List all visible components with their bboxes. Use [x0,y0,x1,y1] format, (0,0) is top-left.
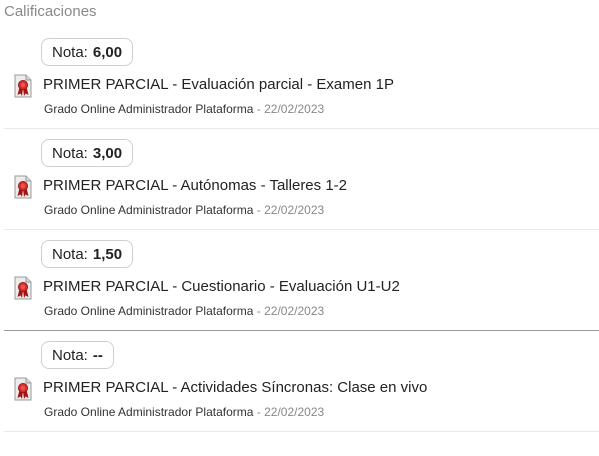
author-name: Grado Online Administrador Plataforma [44,102,254,116]
list-item[interactable]: Nota: 3,00 PRIMER PARCIAL - Autónomas - … [4,129,599,230]
grade-item-title[interactable]: PRIMER PARCIAL - Actividades Síncronas: … [43,379,427,396]
grade-badge: Nota: 6,00 [41,38,134,66]
certificate-icon [14,74,32,98]
grade-item-meta: Grado Online Administrador Plataforma - … [44,405,324,419]
grade-value: 1,50 [92,245,123,263]
list-item[interactable]: Nota: 6,00 PRIMER PARCIAL - Evaluación p… [4,28,599,129]
list-item[interactable]: Nota: 1,50 PRIMER PARCIAL - Cuestionario… [4,230,599,331]
grade-badge: Nota: 3,00 [41,139,134,167]
author-name: Grado Online Administrador Plataforma [44,405,254,419]
grade-label: Nota: [52,43,88,61]
page-title: Calificaciones [4,3,97,20]
grade-item-meta: Grado Online Administrador Plataforma - … [44,304,324,318]
author-name: Grado Online Administrador Plataforma [44,304,254,318]
grade-item-title[interactable]: PRIMER PARCIAL - Cuestionario - Evaluaci… [43,278,400,295]
grades-list: Nota: 6,00 PRIMER PARCIAL - Evaluación p… [4,28,599,432]
grade-value: 6,00 [92,43,123,61]
meta-separator: - [253,102,265,116]
grade-value: -- [92,346,103,364]
date: 22/02/2023 [264,102,325,116]
meta-separator: - [253,405,265,419]
grade-item-meta: Grado Online Administrador Plataforma - … [44,203,324,217]
grade-item-title[interactable]: PRIMER PARCIAL - Autónomas - Talleres 1-… [43,177,347,194]
date: 22/02/2023 [264,405,325,419]
grade-value: 3,00 [92,144,123,162]
date: 22/02/2023 [264,203,325,217]
certificate-icon [14,276,32,300]
certificate-icon [14,377,32,401]
grade-label: Nota: [52,346,88,364]
grade-badge: Nota: 1,50 [41,240,134,268]
list-item[interactable]: Nota: -- PRIMER PARCIAL - Actividades Sí… [4,331,599,432]
author-name: Grado Online Administrador Plataforma [44,203,254,217]
certificate-icon [14,175,32,199]
grade-badge: Nota: -- [41,341,114,369]
meta-separator: - [253,203,265,217]
grade-item-title[interactable]: PRIMER PARCIAL - Evaluación parcial - Ex… [43,76,394,93]
date: 22/02/2023 [264,304,325,318]
meta-separator: - [253,304,265,318]
grade-label: Nota: [52,144,88,162]
grade-item-meta: Grado Online Administrador Plataforma - … [44,102,324,116]
grade-label: Nota: [52,245,88,263]
